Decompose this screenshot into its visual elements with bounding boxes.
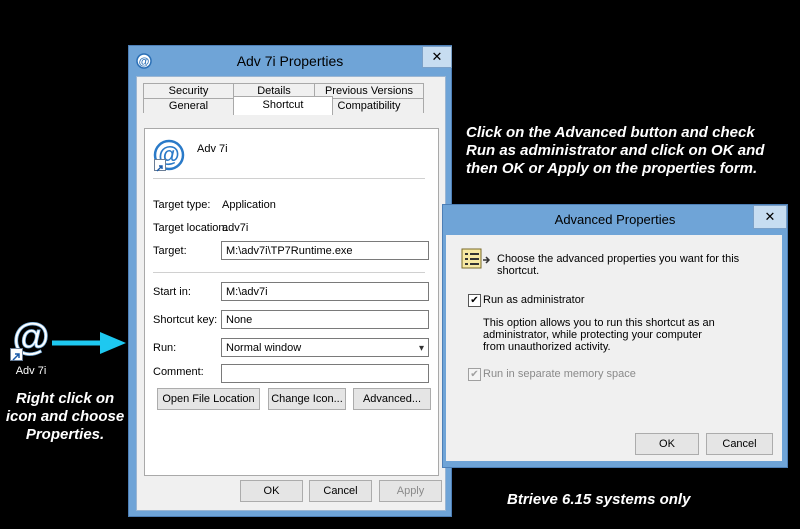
target-location-value: adv7i	[222, 222, 249, 234]
tab-security[interactable]: Security	[143, 83, 234, 98]
run-label: Run:	[153, 342, 177, 354]
start-in-label: Start in:	[153, 286, 191, 298]
shortcut-key-label: Shortcut key:	[153, 314, 218, 326]
advanced-prompt: Choose the advanced properties you want …	[497, 253, 740, 277]
properties-title: Adv 7i Properties	[236, 53, 344, 69]
cancel-button[interactable]: Cancel	[309, 480, 372, 502]
desktop-shortcut-adv7i[interactable]: @ Adv 7i	[4, 318, 54, 380]
open-file-location-button[interactable]: Open File Location	[157, 388, 260, 410]
tab-general[interactable]: General	[143, 98, 234, 113]
advanced-cancel-button[interactable]: Cancel	[706, 433, 773, 455]
properties-list-icon	[461, 248, 491, 269]
footnote-btrieve: Btrieve 6.15 systems only	[507, 491, 691, 508]
divider	[153, 178, 425, 179]
shortcut-key-input[interactable]: None	[221, 310, 429, 329]
properties-titlebar[interactable]: @ Adv 7i Properties ✕	[129, 46, 452, 76]
comment-label: Comment:	[153, 366, 204, 378]
advanced-button[interactable]: Advanced...	[353, 388, 431, 410]
target-location-label: Target location:	[153, 222, 228, 234]
advanced-close-button[interactable]: ✕	[753, 205, 787, 229]
target-input[interactable]: M:\adv7i\TP7Runtime.exe	[221, 241, 429, 260]
change-icon-button[interactable]: Change Icon...	[268, 388, 346, 410]
apply-button[interactable]: Apply	[379, 480, 442, 502]
shortcut-overlay-arrow-icon	[154, 159, 166, 172]
advanced-ok-button[interactable]: OK	[635, 433, 699, 455]
instruction-advanced: Click on the Advanced button and check R…	[466, 124, 765, 177]
advanced-dialog-client: Choose the advanced properties you want …	[446, 235, 782, 461]
separate-memory-checkbox[interactable]: ✔	[468, 368, 481, 381]
desktop-icon-label: Adv 7i	[15, 365, 47, 377]
advanced-properties-dialog: Advanced Properties ✕ Choose the advance…	[442, 204, 788, 468]
ok-button[interactable]: OK	[240, 480, 303, 502]
properties-window: @ Adv 7i Properties ✕ Security Details P…	[128, 45, 452, 517]
target-type-label: Target type:	[153, 199, 211, 211]
shortcut-tab-panel: @ Adv 7i Target type: Application Target…	[144, 128, 439, 476]
run-select[interactable]: Normal window ▾	[221, 338, 429, 357]
arrow-to-properties-icon	[52, 332, 126, 354]
divider	[153, 272, 425, 273]
advanced-dialog-title: Advanced Properties	[554, 212, 676, 227]
properties-client-area: Security Details Previous Versions Gener…	[136, 76, 446, 511]
separate-memory-label[interactable]: Run in separate memory space	[483, 368, 636, 380]
instruction-right-click: Right click on icon and choose Propertie…	[5, 390, 125, 443]
properties-close-button[interactable]: ✕	[422, 46, 452, 68]
target-type-value: Application	[222, 199, 276, 211]
comment-input[interactable]	[221, 364, 429, 383]
tab-shortcut[interactable]: Shortcut	[233, 96, 333, 115]
run-as-admin-description: This option allows you to run this short…	[483, 317, 715, 353]
shortcut-arrow-icon	[10, 348, 23, 361]
shortcut-name: Adv 7i	[197, 143, 228, 155]
run-as-admin-checkbox[interactable]: ✔	[468, 294, 481, 307]
chevron-down-icon: ▾	[418, 343, 424, 354]
target-label: Target:	[153, 245, 187, 257]
start-in-input[interactable]: M:\adv7i	[221, 282, 429, 301]
run-as-admin-label[interactable]: Run as administrator	[483, 294, 585, 306]
run-select-value: Normal window	[226, 342, 302, 354]
